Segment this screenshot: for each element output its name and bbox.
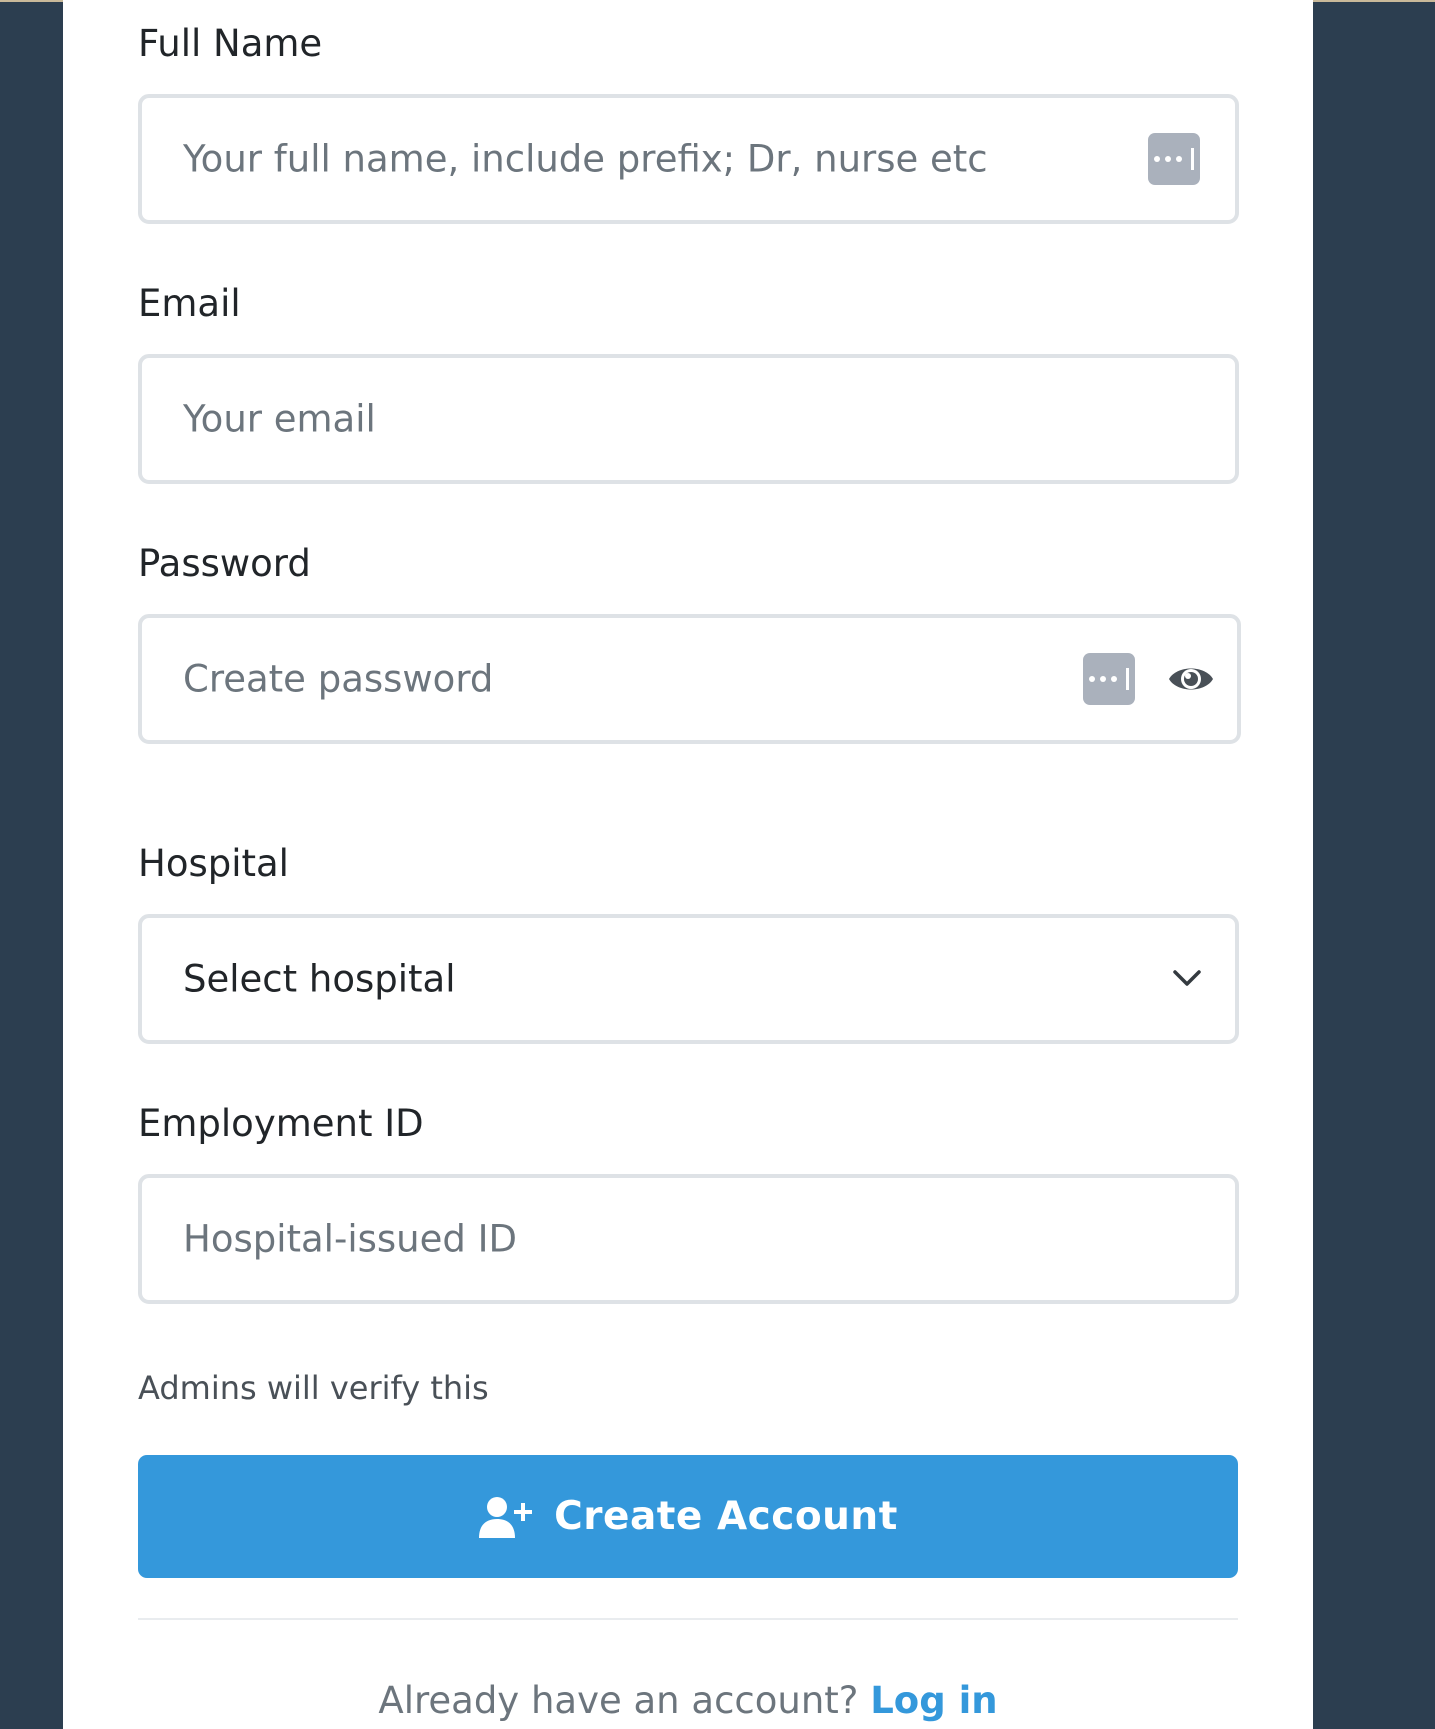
password-input[interactable]: Create password	[138, 614, 1241, 744]
password-placeholder: Create password	[183, 657, 494, 701]
full-name-input[interactable]: Your full name, include prefix; Dr, nurs…	[138, 94, 1239, 224]
login-prompt: Already have an account? Log in	[63, 1679, 1313, 1722]
full-name-label: Full Name	[138, 22, 323, 65]
employment-id-hint: Admins will verify this	[138, 1369, 489, 1407]
employment-id-placeholder: Hospital-issued ID	[183, 1217, 518, 1261]
login-prompt-text: Already have an account?	[378, 1679, 859, 1722]
user-plus-icon	[479, 1496, 533, 1538]
create-account-button[interactable]: Create Account	[138, 1455, 1238, 1578]
divider	[138, 1618, 1238, 1620]
email-label: Email	[138, 282, 241, 325]
password-manager-icon[interactable]	[1083, 653, 1135, 705]
password-label: Password	[138, 542, 311, 585]
hospital-label: Hospital	[138, 842, 289, 885]
full-name-placeholder: Your full name, include prefix; Dr, nurs…	[183, 137, 988, 181]
employment-id-input[interactable]: Hospital-issued ID	[138, 1174, 1239, 1304]
login-link[interactable]: Log in	[870, 1679, 997, 1722]
create-account-label: Create Account	[554, 1494, 898, 1539]
email-input[interactable]: Your email	[138, 354, 1239, 484]
hospital-select[interactable]: Select hospital	[138, 914, 1239, 1044]
chevron-down-icon	[1173, 970, 1201, 986]
signup-card: Full Name Your full name, include prefix…	[63, 0, 1313, 1729]
employment-id-label: Employment ID	[138, 1102, 424, 1145]
eye-icon[interactable]	[1167, 659, 1215, 699]
password-manager-icon[interactable]	[1148, 133, 1200, 185]
hospital-selected-value: Select hospital	[183, 957, 456, 1001]
email-placeholder: Your email	[183, 397, 376, 441]
